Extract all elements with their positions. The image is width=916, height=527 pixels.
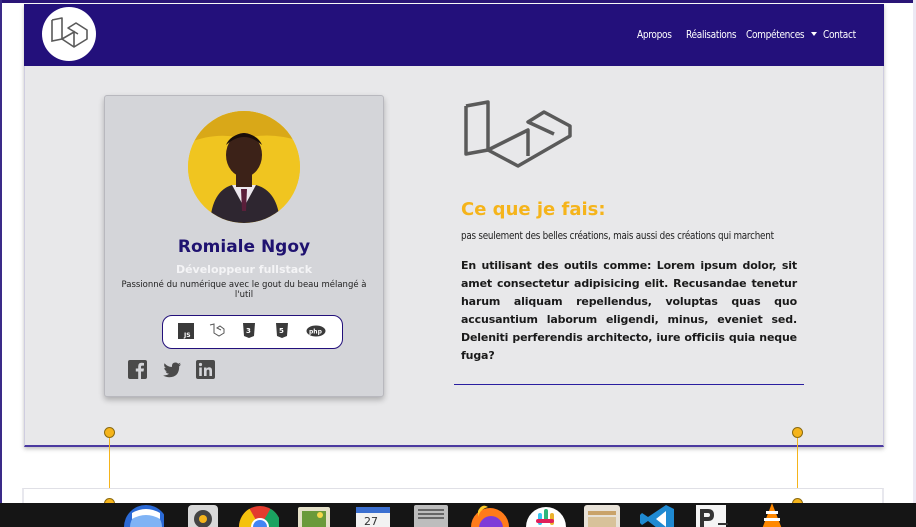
chevron-down-icon[interactable]	[811, 32, 817, 36]
svg-text:3: 3	[246, 327, 251, 335]
nav-link-contact[interactable]: Contact	[823, 28, 856, 41]
vlc-icon[interactable]	[752, 503, 792, 527]
spreadsheet-icon[interactable]	[412, 503, 452, 527]
svg-text:JS: JS	[183, 332, 191, 339]
firefox-icon[interactable]	[470, 503, 510, 527]
section-title: Ce que je fais:	[461, 199, 606, 220]
section-body: En utilisant des outils comme: Lorem ips…	[461, 259, 797, 362]
profile-role: Développeur fullstack	[175, 263, 313, 276]
site-logo[interactable]	[42, 7, 96, 61]
calendar-icon[interactable]: 27	[354, 503, 394, 527]
vscode-icon[interactable]	[638, 503, 678, 527]
laravel-icon	[51, 17, 88, 48]
nav-link-competences[interactable]: Compétences	[746, 28, 805, 41]
js-icon: JS	[178, 323, 194, 339]
slack-icon[interactable]	[526, 503, 566, 527]
profile-name: Romiale Ngoy	[177, 237, 311, 257]
css3-icon: 3	[243, 323, 255, 338]
timeline-dot	[792, 427, 803, 438]
files-icon[interactable]	[582, 503, 622, 527]
svg-text:php: php	[309, 329, 323, 336]
nav-link-apropos[interactable]: Apropos	[637, 28, 677, 41]
photos-icon[interactable]	[296, 503, 336, 527]
php-icon: php	[306, 325, 326, 337]
facebook-icon[interactable]	[128, 360, 148, 380]
nav-menu: Apropos Réalisations Compétences Contact	[637, 26, 863, 42]
twitter-icon[interactable]	[162, 360, 182, 380]
laravel-icon	[464, 100, 572, 168]
calendar-day: 27	[364, 515, 378, 527]
text-editor-icon[interactable]	[694, 503, 734, 527]
window-left-border	[0, 0, 2, 527]
html5-icon: 5	[276, 323, 288, 338]
profile-description: Passionné du numérique avec le gout du b…	[121, 280, 367, 300]
tech-stack: JS 3 5 php	[162, 315, 343, 349]
svg-text:5: 5	[279, 327, 284, 335]
avatar-photo	[188, 111, 300, 223]
avatar	[188, 111, 300, 223]
section-divider	[454, 384, 804, 385]
section-subtitle: pas seulement des belles créations, mais…	[461, 229, 774, 242]
thunderbird-icon[interactable]	[124, 503, 164, 527]
timeline-dot	[104, 427, 115, 438]
rhythmbox-icon[interactable]	[184, 503, 224, 527]
window-top-border	[0, 0, 916, 3]
nav-link-realisations[interactable]: Réalisations	[686, 28, 737, 41]
chrome-icon[interactable]	[239, 503, 279, 527]
browser-page: Apropos Réalisations Compétences Contact…	[0, 0, 916, 527]
laravel-icon	[209, 323, 225, 337]
linkedin-icon[interactable]	[196, 360, 216, 380]
